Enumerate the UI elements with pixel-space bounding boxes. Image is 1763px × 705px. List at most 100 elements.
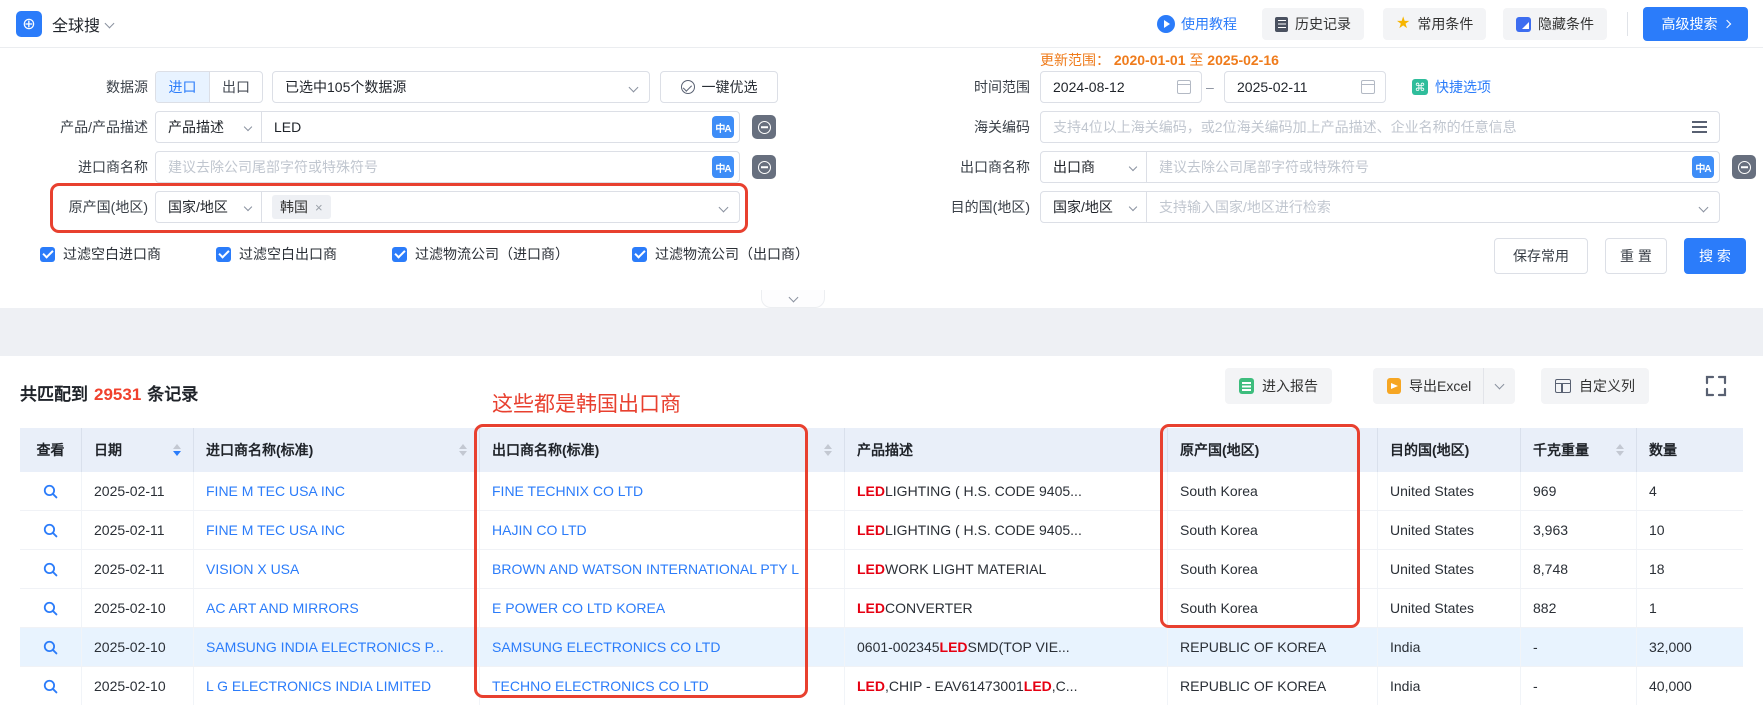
importer-link[interactable]: FINE M TEC USA INC [206,483,345,499]
cell-destination: India [1378,628,1521,666]
view-detail-magnifier-icon[interactable] [42,600,59,617]
importer-link[interactable]: L G ELECTRONICS INDIA LIMITED [206,678,431,694]
data-source-select[interactable]: 已选中105个数据源 [272,71,650,103]
chevron-down-icon [244,203,252,211]
product-label: 产品/产品描述 [0,111,148,143]
one-click-select-button[interactable]: 一键优选 [660,71,778,103]
importer-link[interactable]: VISION X USA [206,561,299,577]
fullscreen-icon[interactable] [1704,374,1728,398]
table-row: 2025-02-10 L G ELECTRONICS INDIA LIMITED… [20,667,1743,705]
favorites-button[interactable]: ★ 常用条件 [1383,8,1486,40]
table-body: 2025-02-11 FINE M TEC USA INC FINE TECHN… [20,472,1743,705]
importer-link[interactable]: SAMSUNG INDIA ELECTRONICS P... [206,639,444,655]
tutorial-link[interactable]: 使用教程 [1157,8,1237,40]
translate-icon[interactable]: 中A [712,116,734,138]
product-type-select[interactable]: 产品描述 [156,112,262,142]
header-view: 查看 [20,428,82,472]
cell-quantity: 18 [1637,550,1743,588]
list-icon[interactable] [1692,121,1707,133]
filter-blank-importer-checkbox[interactable]: 过滤空白进口商 [40,244,161,264]
report-icon [1239,378,1254,394]
exporter-link[interactable]: HAJIN CO LTD [492,522,587,538]
origin-country-label: 原产国(地区) [0,191,148,223]
filter-blank-exporter-checkbox[interactable]: 过滤空白出口商 [216,244,337,264]
view-detail-magnifier-icon[interactable] [42,678,59,695]
columns-icon [1555,379,1571,393]
view-detail-magnifier-icon[interactable] [42,639,59,656]
exclude-icon[interactable] [752,115,776,139]
cell-quantity: 1 [1637,589,1743,627]
sort-control[interactable] [451,444,467,456]
trade-direction-toggle: 进口 出口 [155,71,263,103]
chevron-down-icon [1699,202,1709,212]
sort-control[interactable] [1608,444,1624,456]
cell-origin: REPUBLIC OF KOREA [1168,667,1378,705]
table-row: 2025-02-11 FINE M TEC USA INC FINE TECHN… [20,472,1743,511]
view-detail-magnifier-icon[interactable] [42,483,59,500]
translate-icon[interactable]: 中A [1692,156,1714,178]
export-tab[interactable]: 出口 [209,71,262,103]
header-quantity: 数量 [1637,428,1743,472]
custom-columns-button[interactable]: 自定义列 [1541,368,1649,404]
destination-country-label: 目的国(地区) [900,191,1030,223]
exporter-link[interactable]: BROWN AND WATSON INTERNATIONAL PTY L [492,561,799,577]
advanced-search-button[interactable]: 高级搜索 [1643,7,1748,41]
origin-type-select[interactable]: 国家/地区 [156,192,262,222]
history-button[interactable]: 历史记录 [1262,8,1364,40]
exclude-icon[interactable] [752,155,776,179]
exclude-icon[interactable] [1732,155,1756,179]
translate-icon[interactable]: 中A [712,156,734,178]
cell-date: 2025-02-11 [82,550,194,588]
cell-destination: United States [1378,472,1521,510]
hs-code-input[interactable]: 支持4位以上海关编码，或2位海关编码加上产品描述、企业名称的任意信息 [1040,111,1720,143]
quick-options-link[interactable]: ⌘ 快捷选项 [1412,71,1491,103]
import-tab[interactable]: 进口 [156,71,209,103]
exporter-link[interactable]: SAMSUNG ELECTRONICS CO LTD [492,639,720,655]
chevron-down-icon [244,123,252,131]
reset-button[interactable]: 重 置 [1605,238,1667,274]
search-button[interactable]: 搜 索 [1684,238,1746,274]
export-dropdown-button[interactable] [1483,368,1515,404]
export-excel-button[interactable]: 导出Excel [1373,368,1515,404]
exporter-link[interactable]: TECHNO ELECTRONICS CO LTD [492,678,709,694]
update-range-note: 更新范围： 2020-01-01 至 2025-02-16 [1040,50,1279,70]
view-detail-magnifier-icon[interactable] [42,561,59,578]
filter-logistics-exporter-checkbox[interactable]: 过滤物流公司（出口商） [632,244,809,264]
importer-input[interactable]: 建议去除公司尾部字符或特殊符号 中A [155,151,740,183]
exporter-link[interactable]: E POWER CO LTD KOREA [492,600,665,616]
view-detail-magnifier-icon[interactable] [42,522,59,539]
sort-control[interactable] [165,444,181,456]
table-header-row: 查看 日期 进口商名称(标准) 出口商名称(标准) 产品描述 原产国(地区) 目… [20,428,1743,472]
header-weight: 千克重量 [1521,428,1637,472]
sort-control[interactable] [816,444,832,456]
save-favorite-button[interactable]: 保存常用 [1494,238,1588,274]
exporter-input[interactable]: 建议去除公司尾部字符或特殊符号 [1147,157,1379,177]
exporter-link[interactable]: FINE TECHNIX CO LTD [492,483,643,499]
cell-weight: 882 [1521,589,1637,627]
date-range-separator: – [1206,71,1214,103]
cell-product-desc: LED,CHIP - EAV61473001 LED,C... [845,667,1168,705]
exporter-field: 出口商 建议去除公司尾部字符或特殊符号 中A [1040,151,1720,183]
results-count: 29531 [94,385,141,404]
hide-conditions-button[interactable]: 隐藏条件 [1503,8,1607,40]
collapse-form-button[interactable] [761,290,825,308]
cell-origin: South Korea [1168,511,1378,549]
app-switch-chevron-icon[interactable] [105,19,115,29]
destination-type-select[interactable]: 国家/地区 [1041,192,1147,222]
tutorial-play-icon [1157,15,1175,33]
date-end-input[interactable]: 2025-02-11 [1224,71,1386,103]
filter-logistics-importer-checkbox[interactable]: 过滤物流公司（进口商） [392,244,569,264]
cell-product-desc: LED LIGHTING ( H.S. CODE 9405... [845,511,1168,549]
importer-link[interactable]: FINE M TEC USA INC [206,522,345,538]
tag-close-icon[interactable]: × [315,200,323,215]
date-start-input[interactable]: 2024-08-12 [1040,71,1202,103]
results-table: 查看 日期 进口商名称(标准) 出口商名称(标准) 产品描述 原产国(地区) 目… [20,428,1743,705]
importer-link[interactable]: AC ART AND MIRRORS [206,600,359,616]
origin-country-field[interactable]: 国家/地区 韩国 × [155,191,740,223]
exporter-type-select[interactable]: 出口商 [1041,152,1147,182]
star-icon: ★ [1396,16,1410,32]
product-input[interactable]: LED [262,119,311,135]
enter-report-button[interactable]: 进入报告 [1225,368,1332,404]
arrow-right-icon [1722,20,1730,28]
destination-country-field[interactable]: 国家/地区 支持输入国家/地区进行检索 [1040,191,1720,223]
